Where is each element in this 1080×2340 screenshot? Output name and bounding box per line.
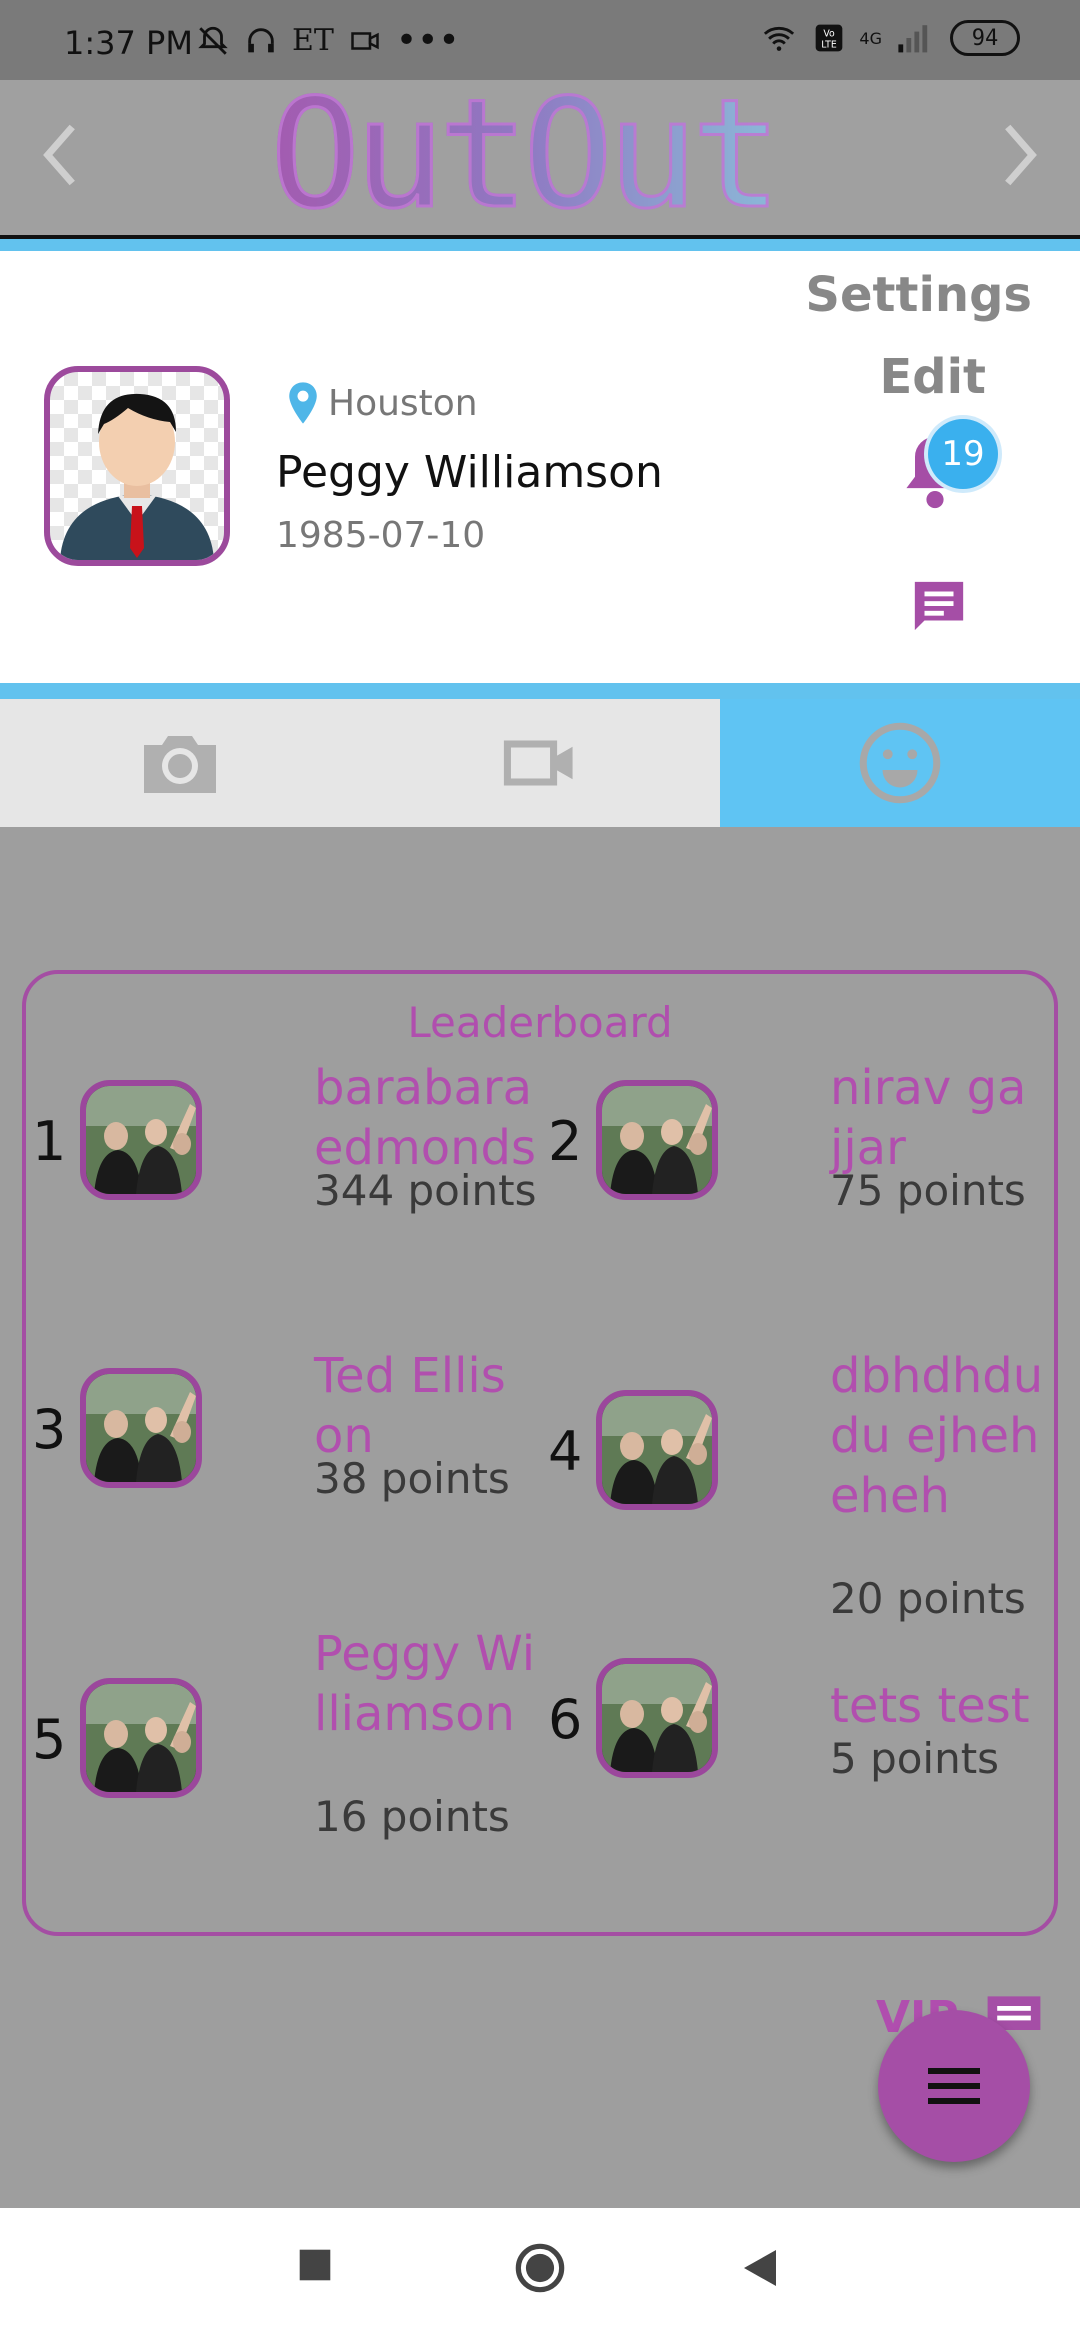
user-photo-illustration (602, 1396, 712, 1504)
user-name: nirav gajjar (830, 1060, 1027, 1176)
video-icon (503, 740, 573, 786)
rank-number: 3 (32, 1398, 67, 1461)
location-pin-icon (289, 382, 317, 424)
avatar-illustration (60, 393, 214, 560)
system-nav-bar (0, 2208, 1080, 2340)
user-photo (80, 1678, 202, 1798)
rank-number: 4 (548, 1420, 583, 1483)
user-photo (596, 1390, 718, 1510)
user-points: 20 points (830, 1574, 1026, 1623)
video-call-icon (351, 31, 379, 50)
signal-icon (898, 25, 928, 53)
smiley-icon (859, 722, 941, 804)
media-tabs (0, 699, 1080, 827)
user-points: 16 points (314, 1792, 510, 1841)
profile-card: Houston Peggy Williamson 1985-07-10 Sett… (0, 251, 1080, 683)
leaderboard-title: Leaderboard (407, 998, 673, 1047)
settings-link[interactable]: Settings (805, 267, 1032, 323)
rank-number: 6 (548, 1688, 583, 1751)
home-icon[interactable] (514, 2242, 566, 2294)
user-points: 75 points (830, 1166, 1026, 1215)
bell-off-icon (198, 26, 228, 55)
forward-arrow-icon[interactable] (990, 120, 1050, 190)
user-photo-illustration (86, 1374, 196, 1482)
rank-number: 1 (32, 1110, 67, 1173)
user-name: dbhdhdudu ejheheheh (830, 1348, 1044, 1524)
tab-photos[interactable] (0, 699, 360, 827)
profile-name: Peggy Williamson (276, 447, 663, 498)
user-photo-illustration (602, 1664, 712, 1772)
user-photo (596, 1658, 718, 1778)
back-icon[interactable] (742, 2248, 778, 2288)
user-photo-illustration (602, 1086, 712, 1194)
tab-videos[interactable] (360, 699, 720, 827)
carrier-badge: ET (292, 23, 334, 58)
edit-link[interactable]: Edit (879, 349, 986, 405)
user-points: 38 points (314, 1454, 510, 1503)
user-name: Peggy Williamson (314, 1626, 536, 1742)
tab-leaderboard[interactable] (720, 699, 1080, 827)
app-bar: OutOut (0, 79, 1080, 235)
divider (0, 683, 1080, 699)
hamburger-menu-icon (928, 2068, 980, 2104)
volte-icon: VoLTE (816, 24, 843, 52)
user-name: tets test (830, 1678, 1030, 1734)
camera-icon (144, 736, 216, 793)
svg-text:Vo: Vo (824, 29, 836, 40)
user-photo (80, 1080, 202, 1200)
profile-birthdate: 1985-07-10 (276, 515, 486, 556)
user-photo (596, 1080, 718, 1200)
leaderboard-panel: Leaderboard 1 barabara edmonds 344 point… (22, 970, 1058, 1936)
back-arrow-icon[interactable] (30, 120, 90, 190)
user-name: Ted Ellison (314, 1348, 506, 1464)
svg-text:LTE: LTE (822, 39, 838, 50)
divider (0, 235, 1080, 251)
rank-number: 5 (32, 1708, 67, 1771)
wifi-icon (764, 26, 795, 51)
location-label: Houston (328, 382, 478, 424)
avatar[interactable] (44, 366, 230, 566)
location-row: Houston (286, 381, 478, 425)
user-points: 5 points (830, 1734, 1000, 1783)
message-icon[interactable] (910, 576, 968, 636)
user-points: 344 points (314, 1166, 537, 1215)
recent-apps-icon[interactable] (298, 2248, 332, 2282)
user-photo (80, 1368, 202, 1488)
network-type: 4G (859, 28, 882, 48)
menu-fab-button[interactable] (878, 2010, 1030, 2162)
user-name: barabara edmonds (314, 1060, 537, 1176)
more-icon: ••• (395, 20, 460, 61)
rank-number: 2 (548, 1110, 583, 1173)
battery-indicator: 94 (950, 20, 1020, 56)
notification-badge[interactable]: 19 (928, 419, 998, 489)
app-logo: OutOut (269, 79, 830, 232)
user-photo-illustration (86, 1684, 196, 1792)
status-time: 1:37 PM (64, 24, 193, 62)
user-photo-illustration (86, 1086, 196, 1194)
headset-icon (248, 27, 274, 52)
